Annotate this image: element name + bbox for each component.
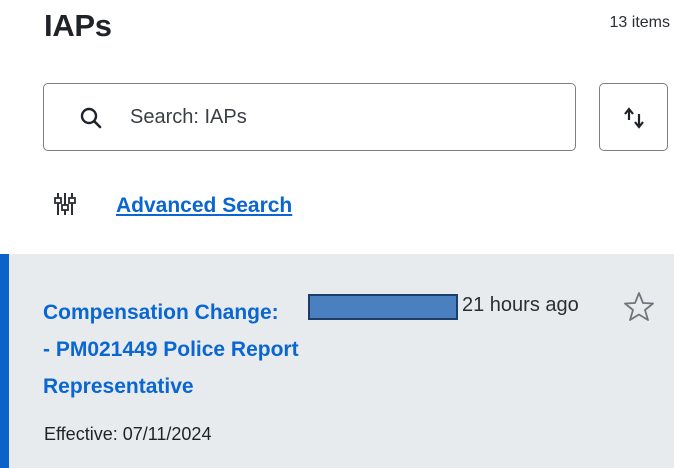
selected-accent-bar	[0, 254, 9, 468]
sort-button[interactable]	[599, 83, 668, 151]
item-title-line3: Representative	[43, 375, 194, 398]
advanced-search-link[interactable]: Advanced Search	[116, 194, 292, 218]
star-icon[interactable]	[622, 290, 656, 324]
search-input[interactable]	[130, 102, 550, 132]
filter-sliders-icon[interactable]	[54, 192, 76, 216]
redaction-box	[308, 294, 458, 320]
item-title-line2: - PM021449 Police Report	[43, 338, 299, 361]
list-item[interactable]: Compensation Change: - PM021449 Police R…	[0, 254, 674, 468]
search-box[interactable]	[43, 83, 576, 151]
sort-arrows-icon	[624, 107, 644, 129]
item-timestamp: 21 hours ago	[462, 294, 579, 316]
search-icon	[80, 107, 102, 129]
item-count: 13 items	[609, 14, 670, 31]
item-effective-date: Effective: 07/11/2024	[44, 424, 212, 444]
page-title: IAPs	[44, 8, 112, 43]
